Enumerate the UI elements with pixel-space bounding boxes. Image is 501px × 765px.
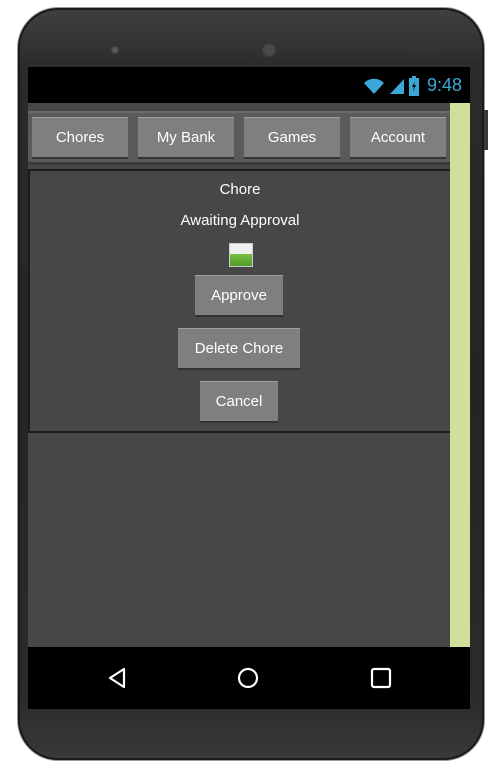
nav-tab-bar: Chores My Bank Games Account bbox=[28, 111, 450, 165]
approve-button[interactable]: Approve bbox=[195, 275, 283, 315]
wifi-icon bbox=[363, 78, 384, 94]
power-button[interactable] bbox=[484, 110, 488, 150]
tab-chores[interactable]: Chores bbox=[32, 117, 128, 157]
proximity-sensor bbox=[415, 48, 437, 52]
speaker-dot bbox=[111, 46, 119, 54]
tab-my-bank[interactable]: My Bank bbox=[138, 117, 234, 157]
back-icon[interactable] bbox=[104, 665, 130, 691]
system-nav-bar bbox=[28, 647, 470, 709]
chore-status: Awaiting Approval bbox=[180, 212, 300, 229]
recents-icon[interactable] bbox=[368, 665, 394, 691]
chore-name: Chore bbox=[219, 181, 261, 198]
status-icons: 9:48 bbox=[363, 75, 462, 96]
app-content: Chores My Bank Games Account Chore Await… bbox=[28, 103, 452, 647]
battery-icon bbox=[408, 75, 419, 96]
tab-games[interactable]: Games bbox=[244, 117, 340, 157]
tab-account[interactable]: Account bbox=[350, 117, 446, 157]
cancel-button[interactable]: Cancel bbox=[200, 381, 278, 421]
screen: 9:48 Chores My Bank Games Account Chore … bbox=[28, 67, 470, 647]
chore-card: Chore Awaiting Approval Approve Delete C… bbox=[28, 169, 452, 433]
image-icon bbox=[229, 243, 253, 267]
cell-signal-icon bbox=[389, 78, 404, 94]
right-edge-bar bbox=[450, 103, 470, 647]
front-camera bbox=[261, 42, 277, 58]
status-bar: 9:48 bbox=[28, 67, 470, 103]
status-time: 9:48 bbox=[426, 75, 462, 95]
delete-chore-button[interactable]: Delete Chore bbox=[178, 328, 300, 368]
home-icon[interactable] bbox=[235, 665, 261, 691]
